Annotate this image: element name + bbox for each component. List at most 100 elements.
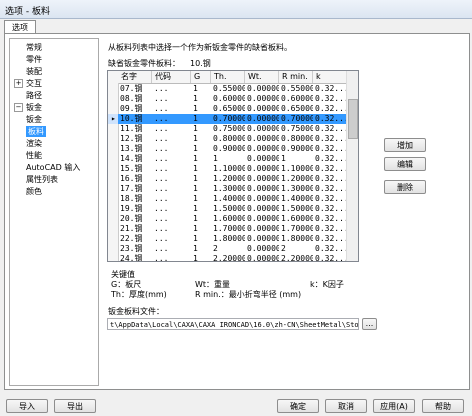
- table-cell: 2.200000: [213, 254, 245, 262]
- scrollbar-thumb[interactable]: [348, 99, 358, 139]
- table-cell: 1.700000: [213, 224, 245, 233]
- table-row[interactable]: 08.钢...10.6000000.0000010.6000000.32...: [108, 94, 358, 104]
- table-cell: ...: [154, 94, 169, 103]
- table-cell: ...: [154, 174, 169, 183]
- table-cell: 1: [193, 154, 198, 163]
- table-scrollbar[interactable]: [346, 71, 358, 261]
- table-row[interactable]: 12.钢...10.8000000.0000010.8000000.32...: [108, 134, 358, 144]
- column-header[interactable]: 代码: [152, 71, 191, 83]
- browse-button[interactable]: ...: [362, 318, 377, 330]
- table-cell: 0.32...: [315, 134, 347, 143]
- column-header[interactable]: 名字: [118, 71, 152, 83]
- help-button[interactable]: 帮助: [422, 399, 464, 413]
- table-cell: 1.100000: [213, 164, 245, 173]
- table-cell: 16.钢: [120, 174, 143, 183]
- table-row[interactable]: 07.钢...10.5500000.0000010.5500000.32...: [108, 84, 358, 94]
- table-row[interactable]: 18.钢...11.4000000.0000011.4000000.32...: [108, 194, 358, 204]
- add-button[interactable]: 增加: [384, 138, 426, 152]
- table-row[interactable]: 17.钢...11.3000000.0000011.3000000.32...: [108, 184, 358, 194]
- table-row[interactable]: 19.钢...11.5000000.0000011.5000000.32...: [108, 204, 358, 214]
- table-cell: 0.000001: [247, 154, 279, 163]
- table-cell: 1: [193, 184, 198, 193]
- table-cell: 1.800000: [213, 234, 245, 243]
- stock-file-label: 钣金板料文件：: [108, 307, 164, 316]
- column-header[interactable]: G: [191, 71, 211, 83]
- cancel-button[interactable]: 取消: [325, 399, 367, 413]
- tab-options[interactable]: 选项: [4, 20, 36, 34]
- table-cell: 0.000001: [247, 94, 279, 103]
- delete-button[interactable]: 删除: [384, 180, 426, 194]
- tree-item[interactable]: 钣金: [26, 114, 42, 125]
- table-cell: ...: [154, 144, 169, 153]
- table-cell: ...: [154, 204, 169, 213]
- export-button[interactable]: 导出: [54, 399, 96, 413]
- table-cell: ...: [152, 114, 191, 124]
- tree-item[interactable]: 路径: [14, 90, 42, 101]
- table-cell: 13.钢: [120, 144, 143, 153]
- default-stock-value: 10.钢: [190, 59, 211, 68]
- tree-item[interactable]: 性能: [14, 150, 42, 161]
- table-cell: 0.750000: [213, 124, 245, 133]
- table-header: 名字 代码 G Th. Wt. R min. k: [108, 71, 358, 84]
- table-cell: 0.550000: [213, 84, 245, 93]
- table-cell: 1: [193, 254, 198, 262]
- table-cell: 0.000001: [247, 224, 279, 233]
- tree-item[interactable]: 渲染: [14, 138, 42, 149]
- table-cell: 0.32...: [315, 244, 347, 253]
- table-cell: ...: [154, 194, 169, 203]
- table-cell: 1.300000: [281, 184, 313, 193]
- tree-item-label: 颜色: [26, 187, 42, 196]
- tree-item[interactable]: 零件: [14, 54, 42, 65]
- ok-button[interactable]: 确定: [277, 399, 319, 413]
- table-cell: 0.32...: [315, 124, 347, 133]
- column-header[interactable]: R min.: [279, 71, 313, 83]
- tree-item[interactable]: + 交互: [14, 78, 42, 89]
- table-cell: 1: [193, 174, 198, 183]
- table-cell: ...: [154, 244, 169, 253]
- table-row[interactable]: 21.钢...11.7000000.0000011.7000000.32...: [108, 224, 358, 234]
- table-cell: 1: [281, 154, 286, 163]
- table-cell: 0.900000: [213, 144, 245, 153]
- table-row[interactable]: 23.钢...120.00000120.32...: [108, 244, 358, 254]
- tree-item[interactable]: AutoCAD 输入: [14, 162, 80, 173]
- table-row[interactable]: 24.钢...12.2000000.0000012.2000000.32...: [108, 254, 358, 262]
- apply-button[interactable]: 应用(A): [373, 399, 415, 413]
- stock-table[interactable]: 名字代码GTh.Wt.R min.k 07.钢...10.5500000.000…: [107, 70, 359, 262]
- table-cell: 0.000001: [247, 164, 279, 173]
- table-row[interactable]: 13.钢...10.9000000.0000010.9000000.32...: [108, 144, 358, 154]
- column-header[interactable]: Th.: [211, 71, 245, 83]
- tree-item[interactable]: 装配: [14, 66, 42, 77]
- table-cell: 0.000001: [247, 144, 279, 153]
- table-row[interactable]: 09.钢...10.6500000.0000010.6500000.32...: [108, 104, 358, 114]
- tree-item[interactable]: 颜色: [14, 186, 42, 197]
- table-cell: 22.钢: [120, 234, 143, 243]
- table-row[interactable]: 14.钢...110.00000110.32...: [108, 154, 358, 164]
- tree-item[interactable]: 属性列表: [14, 174, 58, 185]
- table-row[interactable]: 22.钢...11.8000000.0000011.8000000.32...: [108, 234, 358, 244]
- table-cell: 21.钢: [120, 224, 143, 233]
- table-cell: 0.32...: [315, 184, 347, 193]
- table-row[interactable]: 16.钢...11.2000000.0000011.2000000.32...: [108, 174, 358, 184]
- table-row[interactable]: ▸10.钢...10.7000000.0000010.7000000.32...: [108, 114, 358, 124]
- table-row[interactable]: 20.钢...11.6000000.0000011.6000000.32...: [108, 214, 358, 224]
- table-cell: 2: [213, 244, 218, 253]
- import-button[interactable]: 导入: [6, 399, 48, 413]
- table-row[interactable]: 11.钢...10.7500000.0000010.7500000.32...: [108, 124, 358, 134]
- collapse-icon[interactable]: −: [14, 103, 23, 112]
- stock-file-path-field[interactable]: t\AppData\Local\CAXA\CAXA IRONCAD\16.0\z…: [107, 318, 359, 330]
- edit-button[interactable]: 编辑: [384, 157, 426, 171]
- tree-item[interactable]: 常规: [14, 42, 42, 53]
- tree-item[interactable]: 板料: [26, 126, 46, 137]
- table-row[interactable]: 15.钢...11.1000000.0000011.1000000.32...: [108, 164, 358, 174]
- tree-item[interactable]: − 钣金: [14, 102, 42, 113]
- tree-item-label: 属性列表: [26, 175, 58, 184]
- expand-icon[interactable]: +: [14, 79, 23, 88]
- category-tree[interactable]: 常规 零件 装配 + 交互 路径 − 钣金 钣金 板料 渲染 性能 AutoCAD 输入属性列表颜色: [9, 38, 99, 386]
- table-cell: ...: [154, 134, 169, 143]
- column-header[interactable]: k: [313, 71, 347, 83]
- table-cell: 18.钢: [120, 194, 143, 203]
- table-cell: 2: [281, 244, 286, 253]
- column-header[interactable]: Wt.: [245, 71, 279, 83]
- legend-th: Th：厚度(mm): [111, 290, 167, 299]
- table-cell: 1.700000: [281, 224, 313, 233]
